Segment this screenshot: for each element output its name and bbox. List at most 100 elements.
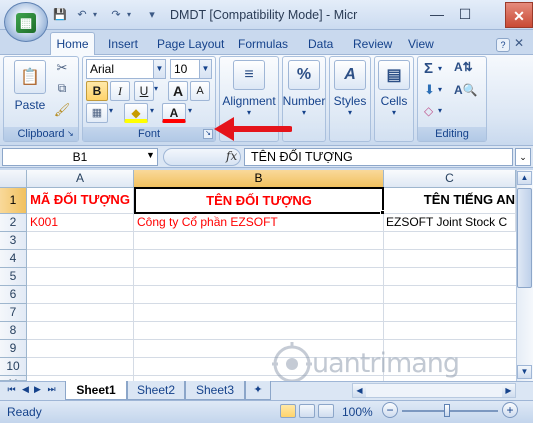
font-color-button[interactable]: A [162, 103, 186, 123]
workbook-close-icon[interactable]: ✕ [514, 36, 524, 50]
borders-dropdown-icon[interactable]: ▾ [109, 106, 113, 115]
tab-page-layout[interactable]: Page Layout [155, 34, 226, 54]
name-box[interactable]: B1 [2, 148, 158, 166]
annotation-arrow-icon [214, 117, 292, 141]
row-header-4[interactable]: 4 [0, 250, 27, 268]
zoom-level[interactable]: 100% [342, 405, 373, 419]
row-header-1[interactable]: 1 [0, 188, 27, 214]
font-name-combo[interactable]: Arial ▼ [86, 59, 166, 79]
zoom-slider-thumb[interactable] [444, 404, 450, 417]
copy-icon[interactable]: ⧉ [52, 81, 72, 99]
cell-b2[interactable]: Công ty Cổ phần EZSOFT [134, 214, 384, 232]
autosum-icon[interactable]: Σ [424, 60, 433, 77]
cell-c2[interactable]: EZSOFT Joint Stock C [384, 214, 516, 232]
next-sheet-icon[interactable]: ▶ [32, 384, 43, 395]
office-button[interactable]: ▦ [4, 2, 48, 42]
tab-view[interactable]: View [406, 34, 436, 54]
cut-icon[interactable]: ✂ [52, 60, 72, 78]
find-select-icon[interactable]: A🔍 [454, 83, 478, 97]
zoom-out-button[interactable]: − [382, 402, 398, 418]
format-painter-icon[interactable]: 🖌 [52, 102, 72, 120]
save-icon[interactable]: 💾 [52, 8, 68, 22]
cell-b1[interactable]: TÊN ĐỐI TƯỢNG [134, 187, 384, 214]
formula-input[interactable]: TÊN ĐỐI TƯỢNG [244, 148, 513, 166]
tab-data[interactable]: Data [306, 34, 335, 54]
column-header-c[interactable]: C [384, 170, 516, 188]
undo-dropdown-icon[interactable]: ▾ [90, 8, 100, 22]
horizontal-scrollbar[interactable] [352, 383, 516, 398]
insert-sheet-icon[interactable]: ✦ [245, 381, 271, 400]
underline-button[interactable]: U [134, 81, 154, 101]
page-layout-view-icon[interactable] [299, 404, 315, 418]
fill-color-dropdown-icon[interactable]: ▾ [150, 106, 154, 115]
column-header-b[interactable]: B [134, 170, 384, 188]
grow-font-button[interactable]: A [168, 81, 188, 101]
alignment-button[interactable]: ≡ Alignment ▾ [221, 60, 277, 117]
chevron-down-icon[interactable]: ▼ [146, 150, 155, 160]
row-header-7[interactable]: 7 [0, 304, 27, 322]
first-sheet-icon[interactable]: ⏮ [6, 384, 17, 395]
maximize-button[interactable]: ☐ [452, 4, 478, 24]
close-button[interactable]: ✕ [505, 2, 533, 28]
row-header-10[interactable]: 10 [0, 358, 27, 376]
redo-dropdown-icon[interactable]: ▾ [124, 8, 134, 22]
row-header-3[interactable]: 3 [0, 232, 27, 250]
tab-insert[interactable]: Insert [106, 34, 140, 54]
italic-button[interactable]: I [110, 81, 130, 101]
fill-color-button[interactable]: ◆ [124, 103, 148, 123]
font-size-combo[interactable]: 10 ▼ [170, 59, 212, 79]
borders-button[interactable]: ▦ [86, 103, 108, 123]
scroll-left-icon[interactable]: ◀ [353, 384, 366, 397]
tab-review[interactable]: Review [351, 34, 394, 54]
autosum-dropdown-icon[interactable]: ▾ [438, 64, 442, 73]
tab-formulas[interactable]: Formulas [236, 34, 290, 54]
bold-button[interactable]: B [86, 81, 108, 101]
styles-button[interactable]: A Styles ▾ [328, 60, 372, 117]
underline-dropdown-icon[interactable]: ▾ [154, 84, 158, 93]
clear-icon[interactable]: ◇ [424, 104, 433, 118]
cell-a2[interactable]: K001 [27, 214, 134, 232]
row-header-6[interactable]: 6 [0, 286, 27, 304]
scroll-up-icon[interactable]: ▲ [517, 171, 532, 185]
redo-icon[interactable]: ↷ [108, 8, 124, 22]
ribbon-help-icon[interactable]: ? [496, 38, 510, 52]
vertical-scroll-thumb[interactable] [517, 188, 532, 288]
undo-icon[interactable]: ↶ [74, 8, 90, 22]
row-header-8[interactable]: 8 [0, 322, 27, 340]
clipboard-launcher-icon[interactable]: ↘ [67, 129, 77, 139]
number-button[interactable]: % Number ▾ [282, 60, 326, 117]
clear-dropdown-icon[interactable]: ▾ [438, 106, 442, 115]
insert-function-icon[interactable]: fx [226, 149, 237, 163]
font-color-dropdown-icon[interactable]: ▾ [188, 106, 192, 115]
fill-icon[interactable]: ⬇ [424, 82, 435, 98]
align-icon: ≡ [233, 60, 265, 90]
select-all-corner[interactable] [0, 170, 27, 188]
sheet-tab-1[interactable]: Sheet1 [65, 381, 127, 400]
normal-view-icon[interactable] [280, 404, 296, 418]
chevron-down-icon[interactable]: ▼ [199, 60, 211, 78]
shrink-font-button[interactable]: A [190, 81, 210, 101]
chevron-down-icon[interactable]: ▼ [153, 60, 165, 78]
cells-button[interactable]: ▤ Cells ▾ [372, 60, 416, 117]
sort-filter-icon[interactable]: A⇅ [454, 60, 473, 74]
row-header-2[interactable]: 2 [0, 214, 27, 232]
prev-sheet-icon[interactable]: ◀ [20, 384, 31, 395]
row-header-9[interactable]: 9 [0, 340, 27, 358]
zoom-in-button[interactable]: + [502, 402, 518, 418]
tab-home[interactable]: Home [50, 32, 95, 55]
last-sheet-icon[interactable]: ⏭ [46, 384, 57, 395]
expand-formula-bar-icon[interactable]: ⌄ [515, 148, 531, 166]
zoom-slider-track[interactable] [402, 410, 498, 412]
scroll-right-icon[interactable]: ▶ [502, 384, 515, 397]
cell-a1[interactable]: MÃ ĐỐI TƯỢNG [27, 188, 134, 214]
sheet-tab-2[interactable]: Sheet2 [127, 381, 185, 400]
customize-qat-icon[interactable]: ▾ [146, 8, 158, 22]
sheet-tab-3[interactable]: Sheet3 [185, 381, 245, 400]
column-header-a[interactable]: A [27, 170, 134, 188]
fill-dropdown-icon[interactable]: ▾ [438, 85, 442, 94]
row-header-5[interactable]: 5 [0, 268, 27, 286]
page-break-view-icon[interactable] [318, 404, 334, 418]
minimize-button[interactable]: — [424, 4, 450, 24]
cell-c1[interactable]: TÊN TIẾNG AN [384, 188, 516, 214]
paste-button[interactable]: 📋 Paste [8, 60, 52, 112]
